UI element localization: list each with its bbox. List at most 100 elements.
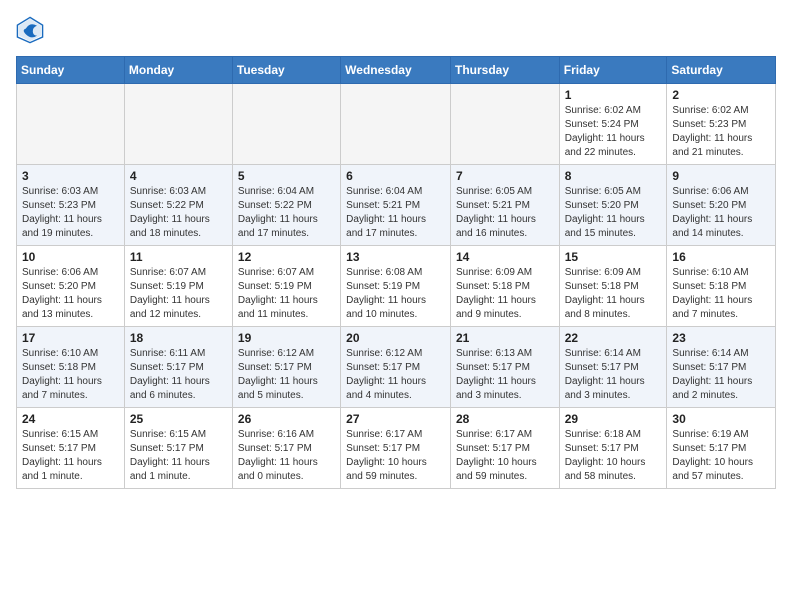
day-info: Sunrise: 6:14 AM Sunset: 5:17 PM Dayligh… [565,347,662,403]
header-cell-thursday: Thursday [450,57,559,84]
week-row-2: 3 Sunrise: 6:03 AM Sunset: 5:23 PM Daylig… [17,165,776,246]
day-info: Sunrise: 6:04 AM Sunset: 5:21 PM Dayligh… [346,185,445,241]
day-cell: 22 Sunrise: 6:14 AM Sunset: 5:17 PM Dayli… [559,327,667,408]
header-cell-wednesday: Wednesday [341,57,451,84]
day-cell: 24 Sunrise: 6:15 AM Sunset: 5:17 PM Dayli… [17,408,125,489]
day-cell: 29 Sunrise: 6:18 AM Sunset: 5:17 PM Dayli… [559,408,667,489]
header-cell-monday: Monday [124,57,232,84]
day-cell [232,84,340,165]
day-cell: 27 Sunrise: 6:17 AM Sunset: 5:17 PM Dayli… [341,408,451,489]
day-info: Sunrise: 6:16 AM Sunset: 5:17 PM Dayligh… [238,428,335,484]
day-number: 25 [130,412,227,426]
day-info: Sunrise: 6:04 AM Sunset: 5:22 PM Dayligh… [238,185,335,241]
day-cell: 20 Sunrise: 6:12 AM Sunset: 5:17 PM Dayli… [341,327,451,408]
day-info: Sunrise: 6:10 AM Sunset: 5:18 PM Dayligh… [22,347,119,403]
day-info: Sunrise: 6:10 AM Sunset: 5:18 PM Dayligh… [672,266,770,322]
day-number: 7 [456,169,554,183]
day-info: Sunrise: 6:08 AM Sunset: 5:19 PM Dayligh… [346,266,445,322]
week-row-4: 17 Sunrise: 6:10 AM Sunset: 5:18 PM Dayli… [17,327,776,408]
day-cell [341,84,451,165]
day-number: 10 [22,250,119,264]
header-row: SundayMondayTuesdayWednesdayThursdayFrid… [17,57,776,84]
day-info: Sunrise: 6:09 AM Sunset: 5:18 PM Dayligh… [456,266,554,322]
page-header [16,16,776,44]
day-number: 8 [565,169,662,183]
day-number: 20 [346,331,445,345]
day-number: 26 [238,412,335,426]
day-cell: 26 Sunrise: 6:16 AM Sunset: 5:17 PM Dayli… [232,408,340,489]
day-number: 6 [346,169,445,183]
week-row-3: 10Sunrise: 6:06 AM Sunset: 5:20 PM Dayli… [17,246,776,327]
day-info: Sunrise: 6:03 AM Sunset: 5:22 PM Dayligh… [130,185,227,241]
day-cell: 30Sunrise: 6:19 AM Sunset: 5:17 PM Dayli… [667,408,776,489]
day-number: 1 [565,88,662,102]
day-number: 27 [346,412,445,426]
day-info: Sunrise: 6:12 AM Sunset: 5:17 PM Dayligh… [238,347,335,403]
day-cell: 17 Sunrise: 6:10 AM Sunset: 5:18 PM Dayli… [17,327,125,408]
week-row-1: 1 Sunrise: 6:02 AM Sunset: 5:24 PM Daylig… [17,84,776,165]
day-info: Sunrise: 6:15 AM Sunset: 5:17 PM Dayligh… [130,428,227,484]
day-cell: 6 Sunrise: 6:04 AM Sunset: 5:21 PM Daylig… [341,165,451,246]
day-number: 22 [565,331,662,345]
day-cell: 4Sunrise: 6:03 AM Sunset: 5:22 PM Daylig… [124,165,232,246]
day-cell: 13 Sunrise: 6:08 AM Sunset: 5:19 PM Dayli… [341,246,451,327]
week-row-5: 24 Sunrise: 6:15 AM Sunset: 5:17 PM Dayli… [17,408,776,489]
day-cell: 21Sunrise: 6:13 AM Sunset: 5:17 PM Dayli… [450,327,559,408]
day-info: Sunrise: 6:03 AM Sunset: 5:23 PM Dayligh… [22,185,119,241]
day-cell [17,84,125,165]
day-info: Sunrise: 6:02 AM Sunset: 5:23 PM Dayligh… [672,104,770,160]
day-info: Sunrise: 6:02 AM Sunset: 5:24 PM Dayligh… [565,104,662,160]
day-cell: 14 Sunrise: 6:09 AM Sunset: 5:18 PM Dayli… [450,246,559,327]
day-number: 29 [565,412,662,426]
day-number: 24 [22,412,119,426]
day-number: 18 [130,331,227,345]
day-cell: 28Sunrise: 6:17 AM Sunset: 5:17 PM Dayli… [450,408,559,489]
day-number: 12 [238,250,335,264]
day-info: Sunrise: 6:14 AM Sunset: 5:17 PM Dayligh… [672,347,770,403]
day-number: 28 [456,412,554,426]
day-cell: 19 Sunrise: 6:12 AM Sunset: 5:17 PM Dayli… [232,327,340,408]
day-number: 17 [22,331,119,345]
day-info: Sunrise: 6:12 AM Sunset: 5:17 PM Dayligh… [346,347,445,403]
day-cell: 16Sunrise: 6:10 AM Sunset: 5:18 PM Dayli… [667,246,776,327]
day-info: Sunrise: 6:05 AM Sunset: 5:20 PM Dayligh… [565,185,662,241]
day-cell: 2Sunrise: 6:02 AM Sunset: 5:23 PM Daylig… [667,84,776,165]
day-number: 13 [346,250,445,264]
day-info: Sunrise: 6:17 AM Sunset: 5:17 PM Dayligh… [346,428,445,484]
day-number: 11 [130,250,227,264]
day-cell: 11 Sunrise: 6:07 AM Sunset: 5:19 PM Dayli… [124,246,232,327]
day-cell: 25 Sunrise: 6:15 AM Sunset: 5:17 PM Dayli… [124,408,232,489]
day-cell [450,84,559,165]
day-info: Sunrise: 6:07 AM Sunset: 5:19 PM Dayligh… [130,266,227,322]
day-cell: 7 Sunrise: 6:05 AM Sunset: 5:21 PM Daylig… [450,165,559,246]
day-number: 14 [456,250,554,264]
day-cell [124,84,232,165]
header-cell-friday: Friday [559,57,667,84]
day-cell: 15 Sunrise: 6:09 AM Sunset: 5:18 PM Dayli… [559,246,667,327]
day-number: 15 [565,250,662,264]
day-cell: 3 Sunrise: 6:03 AM Sunset: 5:23 PM Daylig… [17,165,125,246]
day-info: Sunrise: 6:15 AM Sunset: 5:17 PM Dayligh… [22,428,119,484]
logo-icon [16,16,44,44]
header-cell-tuesday: Tuesday [232,57,340,84]
day-info: Sunrise: 6:18 AM Sunset: 5:17 PM Dayligh… [565,428,662,484]
header-cell-sunday: Sunday [17,57,125,84]
day-cell: 5Sunrise: 6:04 AM Sunset: 5:22 PM Daylig… [232,165,340,246]
day-info: Sunrise: 6:07 AM Sunset: 5:19 PM Dayligh… [238,266,335,322]
day-number: 9 [672,169,770,183]
calendar-header: SundayMondayTuesdayWednesdayThursdayFrid… [17,57,776,84]
day-info: Sunrise: 6:09 AM Sunset: 5:18 PM Dayligh… [565,266,662,322]
day-cell: 18Sunrise: 6:11 AM Sunset: 5:17 PM Dayli… [124,327,232,408]
day-cell: 23Sunrise: 6:14 AM Sunset: 5:17 PM Dayli… [667,327,776,408]
day-cell: 9Sunrise: 6:06 AM Sunset: 5:20 PM Daylig… [667,165,776,246]
calendar-body: 1 Sunrise: 6:02 AM Sunset: 5:24 PM Daylig… [17,84,776,489]
day-cell: 1 Sunrise: 6:02 AM Sunset: 5:24 PM Daylig… [559,84,667,165]
day-info: Sunrise: 6:19 AM Sunset: 5:17 PM Dayligh… [672,428,770,484]
day-number: 19 [238,331,335,345]
day-cell: 10Sunrise: 6:06 AM Sunset: 5:20 PM Dayli… [17,246,125,327]
header-cell-saturday: Saturday [667,57,776,84]
day-number: 3 [22,169,119,183]
day-info: Sunrise: 6:13 AM Sunset: 5:17 PM Dayligh… [456,347,554,403]
logo [16,16,48,44]
day-info: Sunrise: 6:05 AM Sunset: 5:21 PM Dayligh… [456,185,554,241]
